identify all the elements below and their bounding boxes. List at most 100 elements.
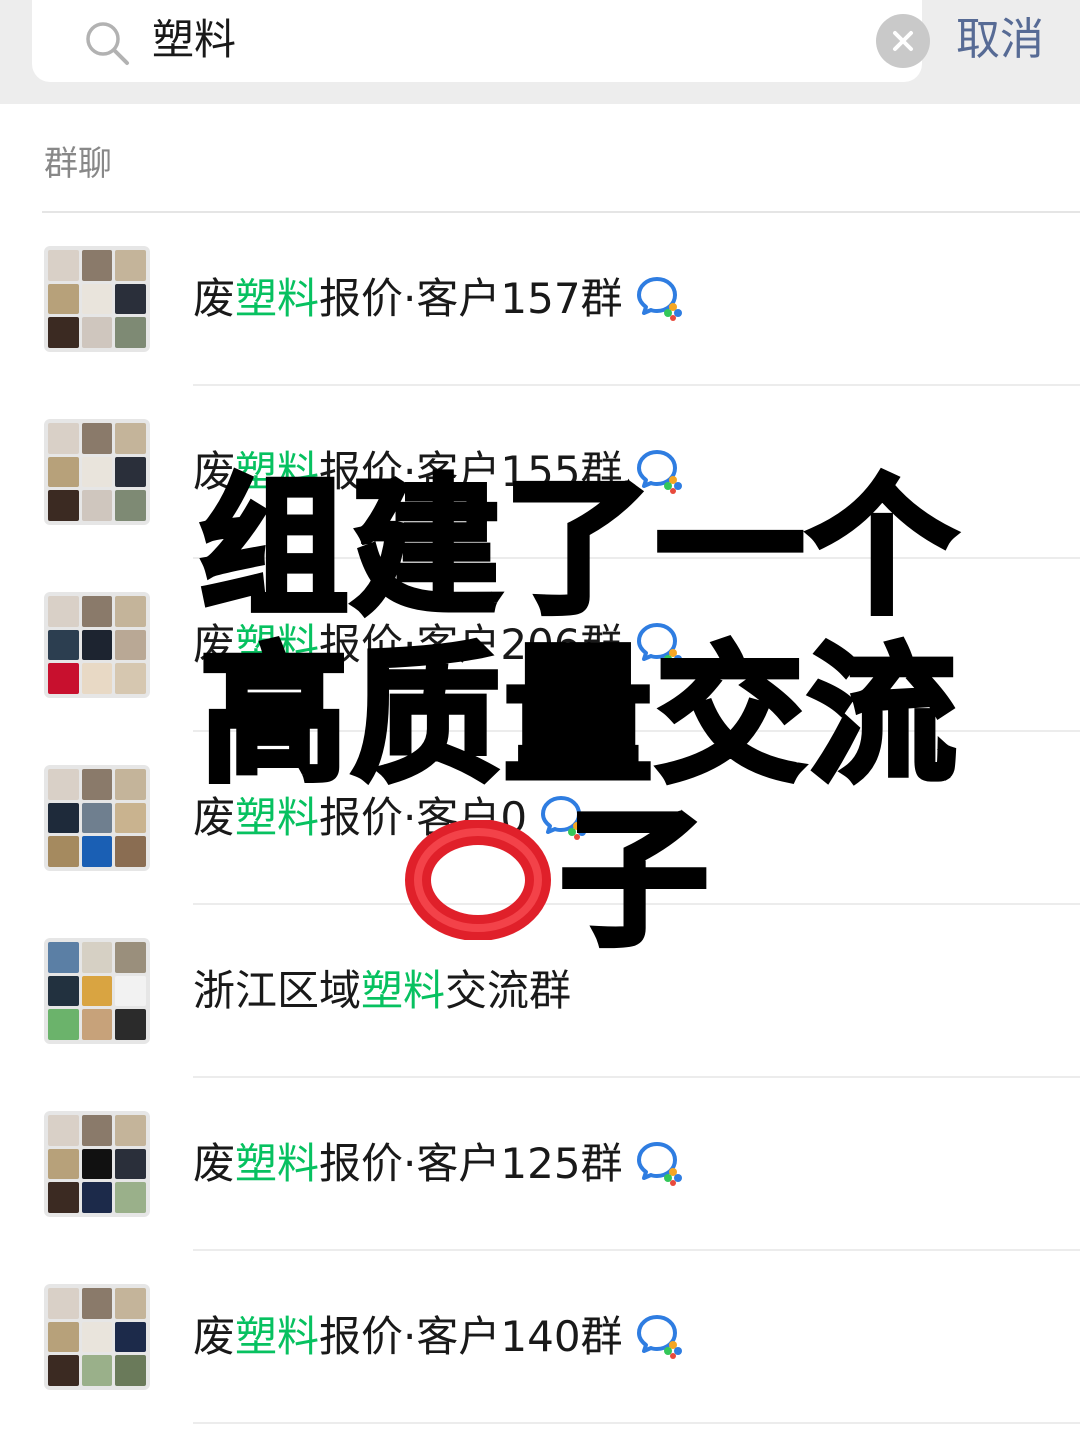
cancel-button[interactable]: 取消: [956, 12, 1044, 68]
group-avatar: [44, 765, 150, 871]
avatar-tile: [81, 942, 113, 973]
result-row[interactable]: 浙江区域塑料交流群: [0, 905, 1080, 1078]
result-row[interactable]: 废塑料报价·客户157群: [0, 213, 1080, 386]
avatar-tile: [81, 1009, 113, 1040]
avatar-tile: [115, 596, 146, 627]
avatar-tile: [115, 1182, 146, 1213]
avatar-tile: [115, 836, 146, 867]
avatar-tile: [115, 802, 146, 834]
group-avatar: [44, 1111, 150, 1217]
group-name-suffix: 报价·客户0: [319, 793, 528, 842]
group-avatar: [44, 592, 150, 698]
group-name-highlight: 塑料: [235, 1312, 320, 1361]
group-name: 废塑料报价·客户0: [193, 790, 587, 846]
wecom-chat-icon: [541, 796, 587, 840]
avatar-tile: [115, 1288, 146, 1319]
group-name-highlight: 塑料: [361, 966, 446, 1015]
avatar-tile: [81, 663, 113, 694]
group-name: 废塑料报价·客户206群: [193, 617, 683, 673]
avatar-tile: [115, 1148, 146, 1180]
avatar-tile: [81, 836, 113, 867]
group-name-prefix: 废: [193, 274, 236, 323]
group-name-highlight: 塑料: [235, 447, 320, 496]
avatar-tile: [81, 596, 113, 627]
result-row[interactable]: 废塑料报价·客户125群: [0, 1078, 1080, 1251]
avatar-tile: [48, 975, 79, 1007]
group-name-suffix: 报价·客户125群: [319, 1139, 623, 1188]
group-name-suffix: 报价·客户157群: [319, 274, 623, 323]
avatar-tile: [115, 975, 146, 1007]
avatar-tile: [48, 802, 79, 834]
avatar-tile: [48, 317, 79, 348]
group-name-suffix: 报价·客户206群: [319, 620, 623, 669]
result-row[interactable]: 废塑料报价·客户140群: [0, 1251, 1080, 1424]
avatar-tile: [115, 317, 146, 348]
wecom-chat-icon: [636, 450, 682, 494]
group-name-highlight: 塑料: [235, 1139, 320, 1188]
section-title-group-chats: 群聊: [44, 144, 112, 184]
group-name-prefix: 废: [193, 793, 236, 842]
avatar-tile: [81, 1355, 113, 1386]
avatar-tile: [48, 250, 79, 281]
group-name: 废塑料报价·客户125群: [193, 1136, 683, 1192]
avatar-tile: [48, 1182, 79, 1213]
avatar-tile: [48, 1355, 79, 1386]
group-name-highlight: 塑料: [235, 620, 320, 669]
group-avatar: [44, 1284, 150, 1390]
group-avatar: [44, 246, 150, 352]
group-name-prefix: 废: [193, 1312, 236, 1361]
avatar-tile: [115, 456, 146, 488]
avatar-tile: [115, 1355, 146, 1386]
wecom-chat-icon: [636, 1142, 682, 1186]
avatar-tile: [81, 769, 113, 800]
avatar-tile: [115, 769, 146, 800]
group-name: 浙江区域塑料交流群: [193, 963, 571, 1019]
group-name: 废塑料报价·客户157群: [193, 271, 683, 327]
avatar-tile: [81, 629, 113, 661]
avatar-tile: [48, 1009, 79, 1040]
avatar-tile: [115, 942, 146, 973]
wecom-chat-icon: [636, 623, 682, 667]
avatar-tile: [48, 663, 79, 694]
avatar-tile: [81, 283, 113, 315]
search-input[interactable]: 塑料: [32, 0, 930, 82]
avatar-tile: [48, 1321, 79, 1353]
avatar-tile: [48, 423, 79, 454]
group-name-suffix: 报价·客户155群: [319, 447, 623, 496]
avatar-tile: [48, 596, 79, 627]
avatar-tile: [115, 663, 146, 694]
avatar-tile: [81, 456, 113, 488]
avatar-tile: [115, 1009, 146, 1040]
avatar-tile: [115, 1115, 146, 1146]
avatar-tile: [48, 1288, 79, 1319]
avatar-tile: [48, 942, 79, 973]
avatar-tile: [115, 423, 146, 454]
avatar-tile: [48, 456, 79, 488]
group-name-prefix: 废: [193, 1139, 236, 1188]
search-query-text[interactable]: 塑料: [152, 14, 236, 66]
avatar-tile: [48, 836, 79, 867]
search-header: 塑料 取消: [0, 0, 1080, 104]
avatar-tile: [48, 629, 79, 661]
group-name-highlight: 塑料: [235, 793, 320, 842]
avatar-tile: [48, 1148, 79, 1180]
avatar-tile: [81, 250, 113, 281]
search-icon: [86, 22, 129, 65]
group-name-prefix: 浙江区域: [193, 966, 362, 1015]
avatar-tile: [115, 250, 146, 281]
avatar-tile: [48, 283, 79, 315]
group-name-prefix: 废: [193, 447, 236, 496]
clear-search-button[interactable]: [876, 14, 930, 68]
avatar-tile: [115, 490, 146, 521]
group-name-suffix: 交流群: [445, 966, 572, 1015]
avatar-tile: [81, 1182, 113, 1213]
result-row[interactable]: 废塑料报价·客户206群: [0, 559, 1080, 732]
avatar-tile: [81, 423, 113, 454]
group-name-suffix: 报价·客户140群: [319, 1312, 623, 1361]
avatar-tile: [115, 629, 146, 661]
result-row[interactable]: 废塑料报价·客户155群: [0, 386, 1080, 559]
group-name-prefix: 废: [193, 620, 236, 669]
wecom-chat-icon: [636, 277, 682, 321]
avatar-tile: [115, 1321, 146, 1353]
result-row[interactable]: 废塑料报价·客户0: [0, 732, 1080, 905]
